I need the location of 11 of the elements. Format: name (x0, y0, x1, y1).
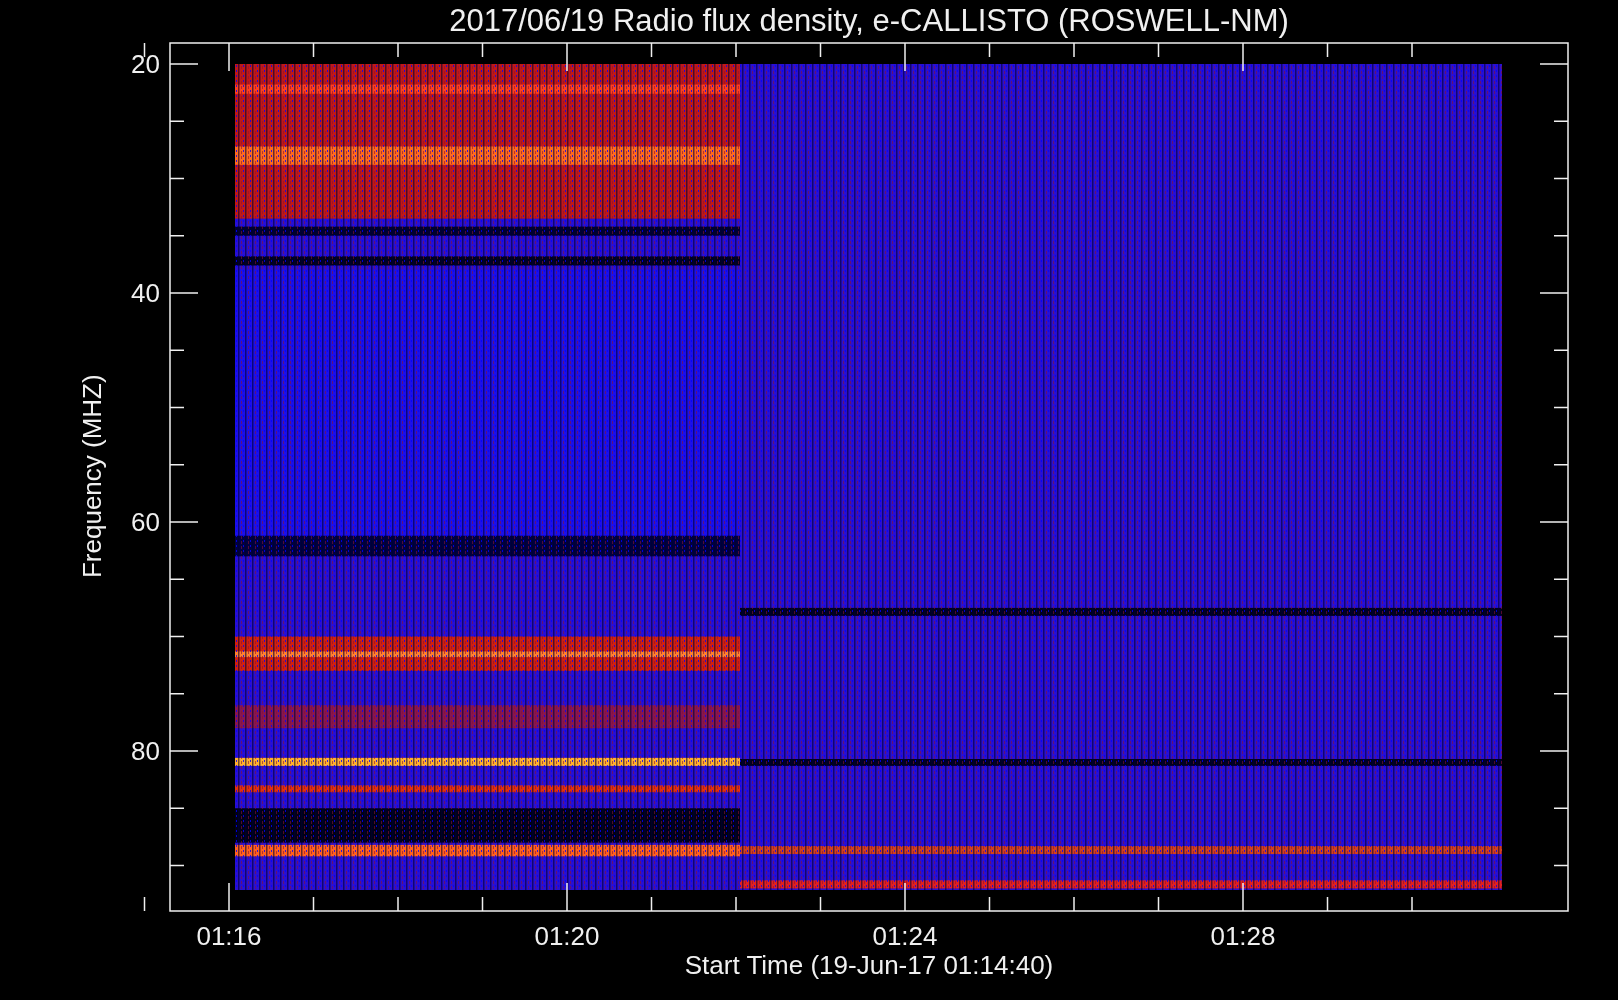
y-tick-label: 60 (131, 507, 160, 537)
y-tick-label: 80 (131, 736, 160, 766)
y-axis-label: Frequency (MHZ) (77, 374, 107, 579)
x-tick-label: 01:16 (196, 921, 262, 951)
x-tick-label: 01:24 (872, 921, 938, 951)
x-tick-label: 01:28 (1210, 921, 1276, 951)
x-axis-label: Start Time (19-Jun-17 01:14:40) (684, 950, 1054, 980)
chart-title: 2017/06/19 Radio flux density, e-CALLISTO (ROSWELL-NM) (449, 3, 1289, 38)
y-tick-label: 40 (131, 278, 160, 308)
x-tick-label: 01:20 (534, 921, 600, 951)
y-tick-label: 20 (131, 49, 160, 79)
